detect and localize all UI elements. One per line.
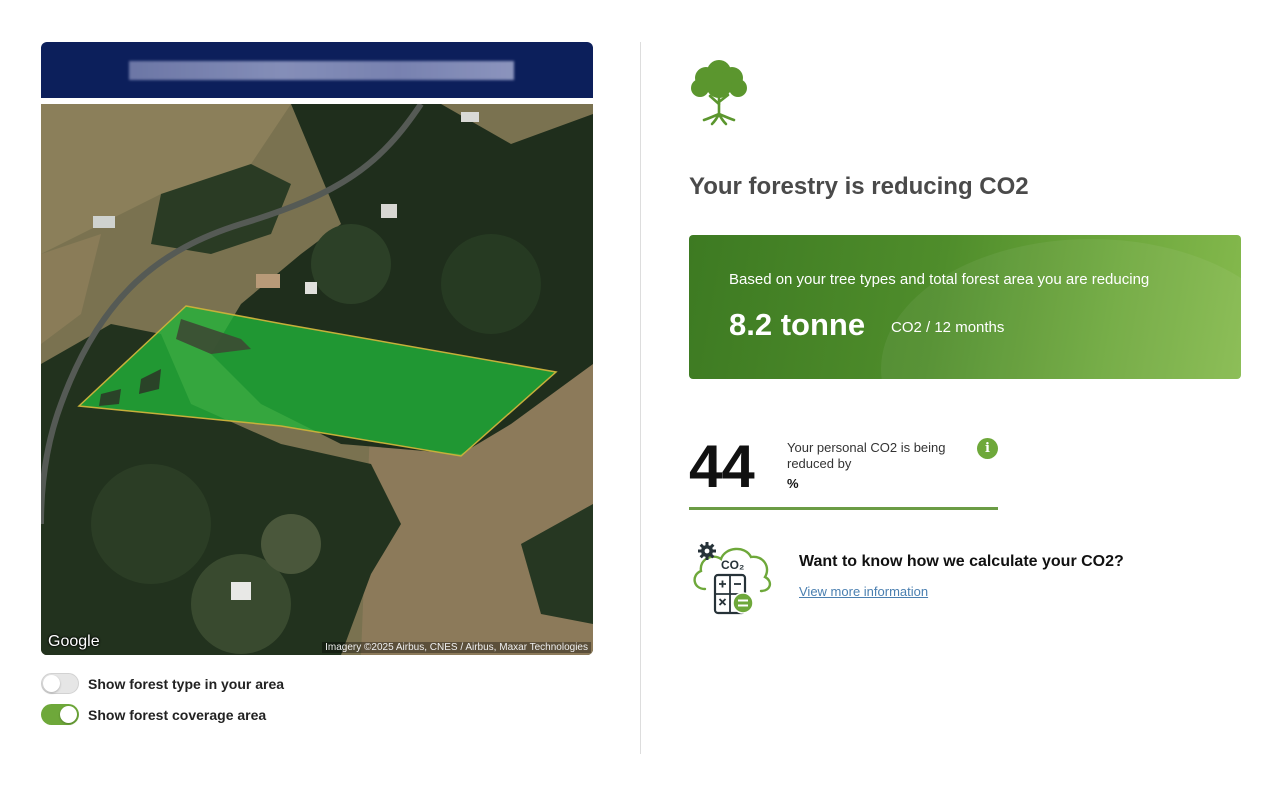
toggle-knob xyxy=(60,706,77,723)
personal-co2-unit: % xyxy=(787,476,799,491)
map-header: ████████████ xyxy=(41,42,593,98)
calculation-question: Want to know how we calculate your CO2? xyxy=(799,553,1124,570)
result-title: Your forestry is reducing CO2 xyxy=(689,173,1029,200)
card-sheen xyxy=(881,239,1241,379)
forest-type-toggle[interactable] xyxy=(41,673,79,694)
co2-reduction-amount: 8.2 tonne xyxy=(729,307,866,342)
page: ████████████ xyxy=(0,0,1276,788)
view-more-information-link[interactable]: View more information xyxy=(799,584,928,599)
forest-coverage-toggle[interactable] xyxy=(41,704,79,725)
co2-calculator-icon: CO₂ xyxy=(693,542,772,615)
personal-co2-value: 44 xyxy=(689,433,755,500)
forest-type-toggle-label: Show forest type in your area xyxy=(88,675,285,692)
toggle-knob xyxy=(43,675,60,692)
info-icon[interactable]: i xyxy=(977,438,998,459)
co2-reduction-description: Based on your tree types and total fores… xyxy=(729,271,1150,288)
map-header-title: ████████████ xyxy=(129,61,514,80)
tree-icon xyxy=(691,60,747,126)
co2-reduction-card: Based on your tree types and total fores… xyxy=(689,235,1241,379)
toggle-row-forest-type[interactable]: Show forest type in your area xyxy=(41,673,284,694)
google-logo: Google xyxy=(48,633,100,650)
forest-coverage-toggle-label: Show forest coverage area xyxy=(88,706,267,723)
satellite-map[interactable]: Google Imagery ©2025 Airbus, CNES / Airb… xyxy=(41,104,593,655)
stat-underline xyxy=(689,507,998,510)
map-imagery xyxy=(41,104,593,655)
co2-reduction-unit: CO2 / 12 months xyxy=(891,319,1005,336)
map-attribution: Imagery ©2025 Airbus, CNES / Airbus, Max… xyxy=(322,642,591,653)
co2-icon-text: CO₂ xyxy=(721,558,744,572)
personal-co2-description: Your personal CO2 is being reduced by xyxy=(787,440,946,471)
toggle-row-forest-coverage[interactable]: Show forest coverage area xyxy=(41,704,266,725)
column-divider xyxy=(640,42,641,754)
